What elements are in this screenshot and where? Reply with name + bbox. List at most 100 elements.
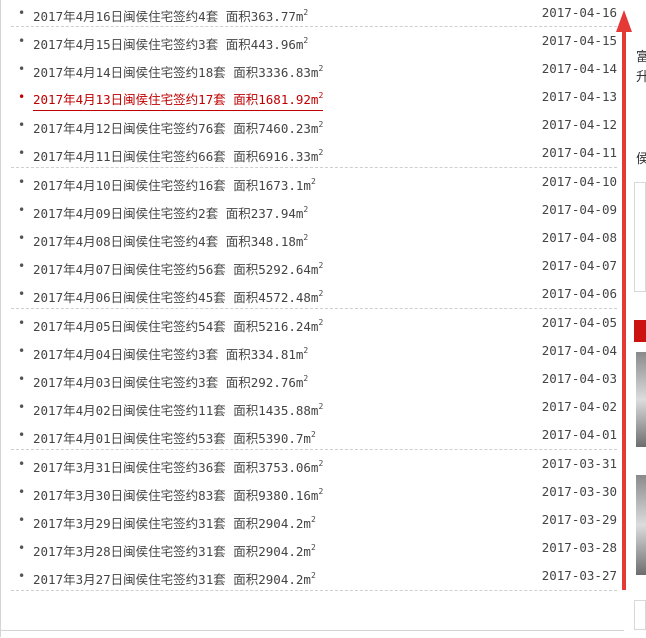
news-title-text: 2017年4月08日闽侯住宅签约4套 面积348.18m — [33, 234, 304, 249]
news-title-link[interactable]: 2017年4月11日闽侯住宅签约66套 面积6916.33m2 — [33, 139, 323, 171]
area-unit-superscript: 2 — [303, 8, 309, 17]
news-title-text: 2017年4月14日闽侯住宅签约18套 面积3336.83m — [33, 65, 319, 80]
list-item: • 2017年4月07日闽侯住宅签约56套 面积5292.64m2 2017-04-… — [11, 252, 617, 280]
news-title-text: 2017年3月28日闽侯住宅签约31套 面积2904.2m — [33, 544, 311, 559]
news-title-text: 2017年4月05日闽侯住宅签约54套 面积5216.24m — [33, 319, 319, 334]
news-title-text: 2017年4月10日闽侯住宅签约16套 面积1673.1m — [33, 178, 311, 193]
right-sidebar: 富 升 侯 — [632, 0, 646, 637]
news-title-text: 2017年4月09日闽侯住宅签约2套 面积237.94m — [33, 206, 304, 221]
bullet-icon: • — [18, 118, 26, 132]
news-title-link[interactable]: 2017年4月16日闽侯住宅签约4套 面积363.77m2 — [33, 0, 308, 30]
list-item: • 2017年4月11日闽侯住宅签约66套 面积6916.33m2 2017-04-… — [11, 139, 617, 167]
news-date: 2017-04-08 — [541, 230, 617, 245]
news-date: 2017-04-12 — [541, 117, 617, 132]
bullet-icon: • — [18, 90, 26, 104]
news-date: 2017-04-16 — [541, 5, 617, 20]
sidebar-fragment-char: 侯 — [636, 152, 646, 167]
news-title-text: 2017年3月30日闽侯住宅签约83套 面积9380.16m — [33, 488, 319, 503]
bullet-icon: • — [18, 513, 26, 527]
area-unit-superscript: 2 — [303, 36, 309, 45]
news-title-text: 2017年4月11日闽侯住宅签约66套 面积6916.33m — [33, 149, 319, 164]
area-unit-superscript: 2 — [318, 91, 324, 100]
up-arrow-icon — [616, 10, 632, 590]
bullet-icon: • — [18, 541, 26, 555]
list-item: • 2017年3月28日闽侯住宅签约31套 面积2904.2m2 2017-03-2… — [11, 534, 617, 562]
news-title-text: 2017年4月13日闽侯住宅签约17套 面积1681.92m — [33, 92, 319, 107]
area-unit-superscript: 2 — [318, 459, 324, 468]
list-item: • 2017年4月09日闽侯住宅签约2套 面积237.94m2 2017-04-09 — [11, 196, 617, 224]
list-item: • 2017年4月04日闽侯住宅签约3套 面积334.81m2 2017-04-04 — [11, 337, 617, 365]
bullet-icon: • — [18, 372, 26, 386]
news-date: 2017-04-15 — [541, 33, 617, 48]
area-unit-superscript: 2 — [318, 261, 324, 270]
news-title-text: 2017年3月31日闽侯住宅签约36套 面积3753.06m — [33, 460, 319, 475]
news-date: 2017-04-03 — [541, 371, 617, 386]
area-unit-superscript: 2 — [318, 402, 324, 411]
list-item: • 2017年4月06日闽侯住宅签约45套 面积4572.48m2 2017-04-… — [11, 280, 617, 308]
bullet-icon: • — [18, 175, 26, 189]
news-date: 2017-04-09 — [541, 202, 617, 217]
bullet-icon: • — [18, 316, 26, 330]
area-unit-superscript: 2 — [318, 289, 324, 298]
area-unit-superscript: 2 — [303, 205, 309, 214]
news-date: 2017-04-04 — [541, 343, 617, 358]
list-item: • 2017年3月30日闽侯住宅签约83套 面积9380.16m2 2017-03-… — [11, 478, 617, 506]
news-title-link[interactable]: 2017年4月13日闽侯住宅签约17套 面积1681.92m2 — [33, 86, 324, 111]
area-unit-superscript: 2 — [310, 430, 316, 439]
news-list: • 2017年4月16日闽侯住宅签约4套 面积363.77m2 2017-04-16… — [1, 0, 625, 591]
sidebar-thumbnail[interactable] — [636, 475, 646, 575]
list-item: • 2017年4月14日闽侯住宅签约18套 面积3336.83m2 2017-04-… — [11, 55, 617, 83]
list-item: • 2017年4月05日闽侯住宅签约54套 面积5216.24m2 2017-04-… — [11, 309, 617, 337]
news-date: 2017-04-10 — [541, 174, 617, 189]
news-title-text: 2017年4月15日闽侯住宅签约3套 面积443.96m — [33, 37, 304, 52]
list-item: • 2017年3月31日闽侯住宅签约36套 面积3753.06m2 2017-03-… — [11, 450, 617, 478]
bullet-icon: • — [18, 34, 26, 48]
sidebar-red-header — [634, 320, 646, 342]
sidebar-thumbnail[interactable] — [636, 352, 646, 447]
news-date: 2017-04-01 — [541, 427, 617, 442]
sidebar-box — [634, 182, 646, 292]
area-unit-superscript: 2 — [310, 543, 316, 552]
news-title-text: 2017年4月16日闽侯住宅签约4套 面积363.77m — [33, 9, 304, 24]
news-title-link[interactable]: 2017年4月01日闽侯住宅签约53套 面积5390.7m2 — [33, 421, 316, 453]
area-unit-superscript: 2 — [318, 487, 324, 496]
bullet-icon: • — [18, 428, 26, 442]
list-item: • 2017年3月27日闽侯住宅签约31套 面积2904.2m2 2017-03-2… — [11, 562, 617, 590]
news-title-link[interactable]: 2017年3月27日闽侯住宅签约31套 面积2904.2m2 — [33, 562, 316, 594]
news-date: 2017-04-14 — [541, 61, 617, 76]
news-title-text: 2017年3月27日闽侯住宅签约31套 面积2904.2m — [33, 572, 311, 587]
news-title-text: 2017年4月02日闽侯住宅签约11套 面积1435.88m — [33, 403, 319, 418]
sidebar-fragment-char: 升 — [636, 70, 646, 85]
bullet-icon: • — [18, 457, 26, 471]
news-title-text: 2017年4月01日闽侯住宅签约53套 面积5390.7m — [33, 431, 311, 446]
sidebar-fragment-char: 富 — [636, 50, 646, 65]
bullet-icon: • — [18, 6, 26, 20]
list-item: • 2017年4月10日闽侯住宅签约16套 面积1673.1m2 2017-04-1… — [11, 168, 617, 196]
news-date: 2017-04-11 — [541, 145, 617, 160]
area-unit-superscript: 2 — [310, 515, 316, 524]
news-title-text: 2017年4月06日闽侯住宅签约45套 面积4572.48m — [33, 290, 319, 305]
list-item: • 2017年4月15日闽侯住宅签约3套 面积443.96m2 2017-04-15 — [11, 27, 617, 55]
news-title-text: 2017年3月29日闽侯住宅签约31套 面积2904.2m — [33, 516, 311, 531]
news-title-text: 2017年4月12日闽侯住宅签约76套 面积7460.23m — [33, 121, 319, 136]
news-date: 2017-04-13 — [541, 89, 617, 104]
news-date: 2017-04-07 — [541, 258, 617, 273]
news-group: • 2017年3月31日闽侯住宅签约36套 面积3753.06m2 2017-03-… — [11, 450, 617, 591]
list-item: • 2017年3月29日闽侯住宅签约31套 面积2904.2m2 2017-03-2… — [11, 506, 617, 534]
area-unit-superscript: 2 — [303, 233, 309, 242]
news-date: 2017-03-29 — [541, 512, 617, 527]
news-date: 2017-04-05 — [541, 315, 617, 330]
news-title-text: 2017年4月04日闽侯住宅签约3套 面积334.81m — [33, 347, 304, 362]
area-unit-superscript: 2 — [318, 64, 324, 73]
news-date: 2017-03-27 — [541, 568, 617, 583]
news-title-link[interactable]: 2017年4月06日闽侯住宅签约45套 面积4572.48m2 — [33, 280, 323, 312]
bullet-icon: • — [18, 287, 26, 301]
news-title-text: 2017年4月07日闽侯住宅签约56套 面积5292.64m — [33, 262, 319, 277]
bullet-icon: • — [18, 400, 26, 414]
bullet-icon: • — [18, 146, 26, 160]
news-date: 2017-03-28 — [541, 540, 617, 555]
area-unit-superscript: 2 — [318, 318, 324, 327]
area-unit-superscript: 2 — [303, 346, 309, 355]
bullet-icon: • — [18, 259, 26, 273]
list-item: • 2017年4月16日闽侯住宅签约4套 面积363.77m2 2017-04-16 — [11, 0, 617, 26]
